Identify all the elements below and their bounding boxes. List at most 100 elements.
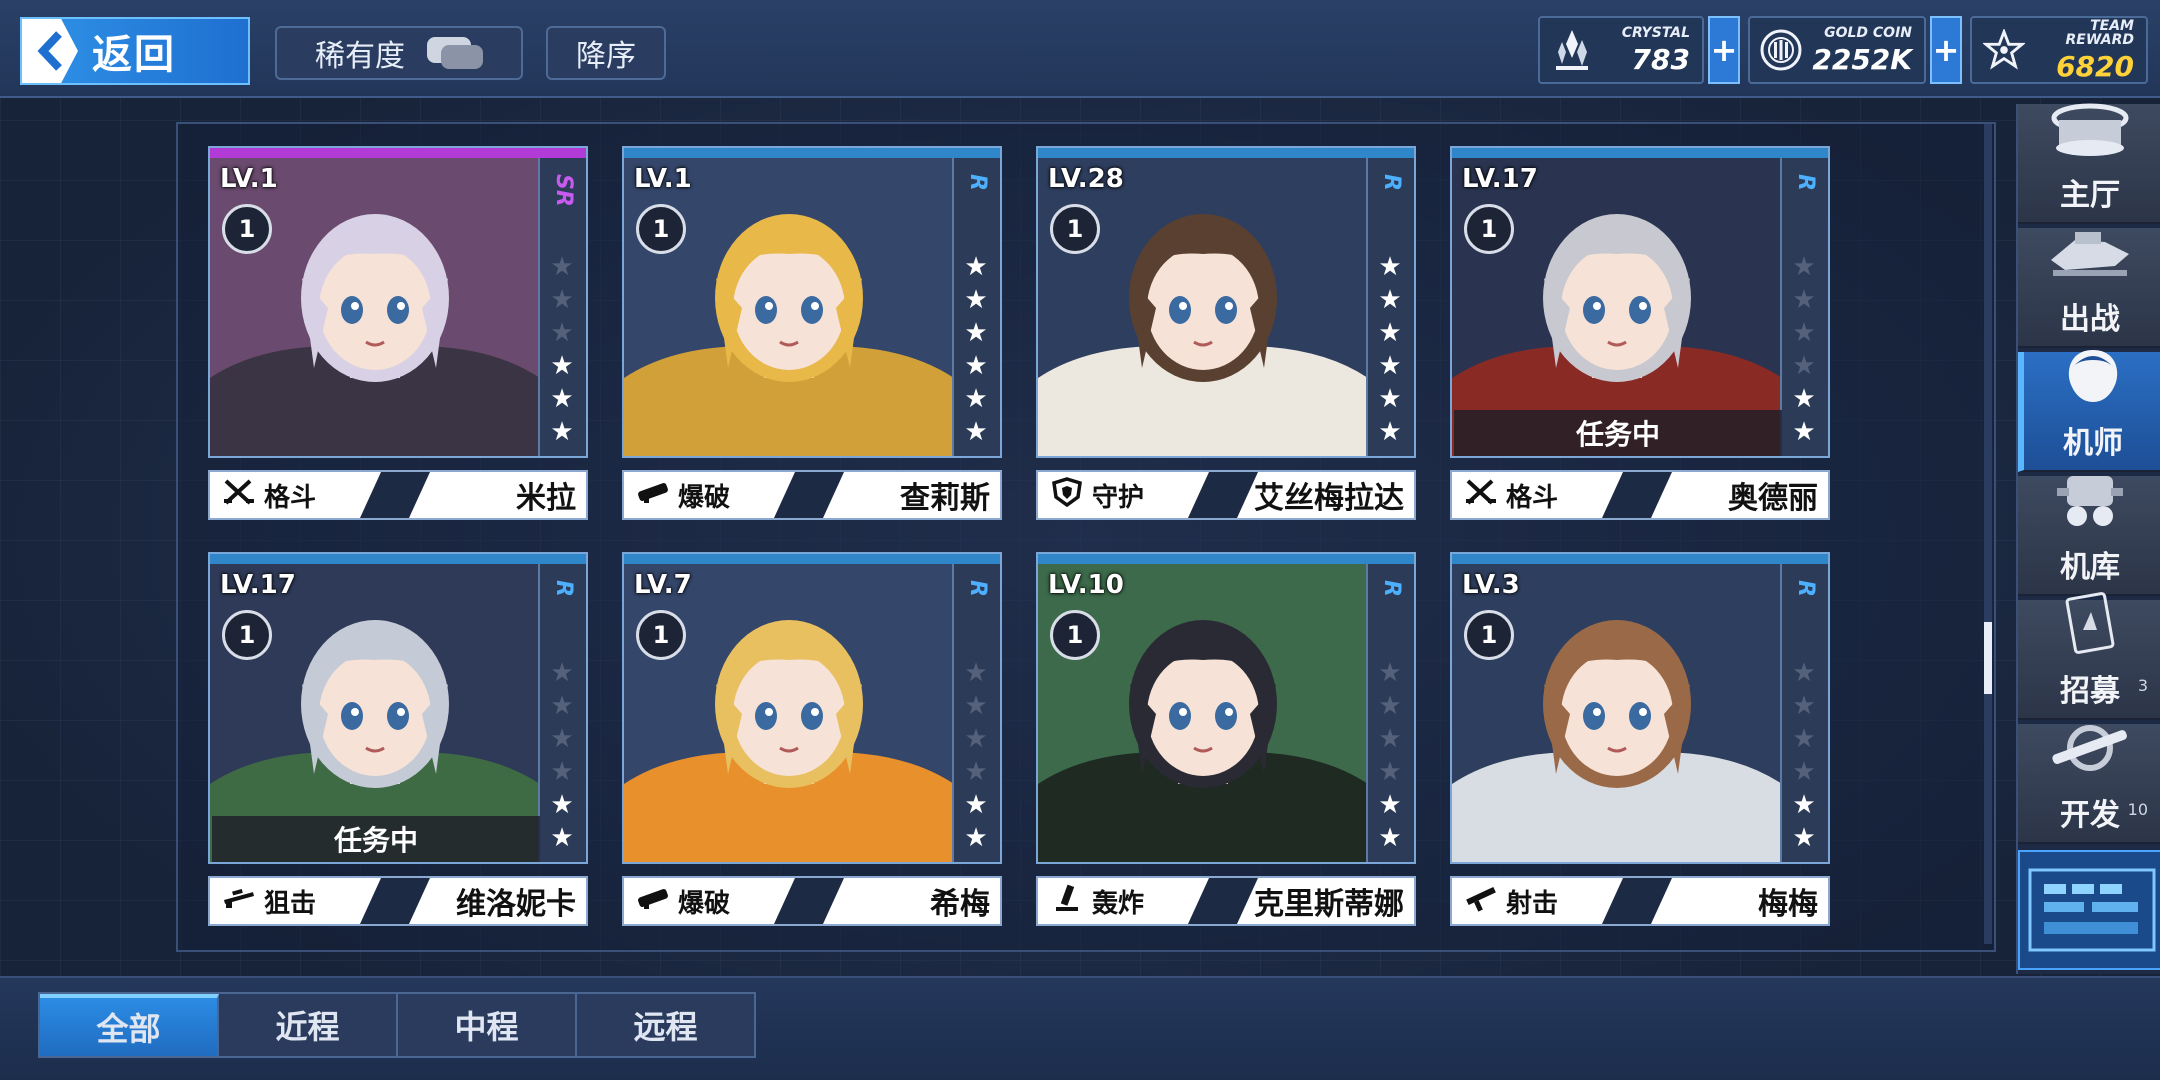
pilot-card-footer: 轰炸 克里斯蒂娜 <box>1036 876 1416 926</box>
nav-item[interactable]: 机库 <box>2018 476 2160 596</box>
pilot-level: LV.1 <box>634 164 692 194</box>
rarity-tag: R <box>1793 580 1818 597</box>
plus-icon: + <box>1710 31 1738 69</box>
pilot-name: 维洛妮卡 <box>456 887 576 922</box>
pilot-card[interactable]: SR ★ ★ ★ ★ ★ ★ LV.1 1 格斗 米拉 <box>208 146 588 524</box>
rank-value: 1 <box>652 621 670 649</box>
rarity-strip: SR ★ ★ ★ ★ ★ ★ <box>538 158 586 456</box>
sniper-rifle-icon <box>222 883 264 920</box>
pilot-portrait <box>210 158 540 456</box>
pilot-class: 爆破 <box>624 878 794 924</box>
star-icon: ★ <box>1378 724 1402 754</box>
pilot-portrait <box>1038 158 1368 456</box>
star-icon: ★ <box>1378 823 1402 853</box>
pilot-card-footer: 爆破 查莉斯 <box>622 470 1002 520</box>
star-icon: ★ <box>1378 252 1402 282</box>
add-crystal-button[interactable]: + <box>1708 16 1740 84</box>
star-icon: ★ <box>1378 318 1402 348</box>
pilot-card-art: R ★ ★ ★ ★ ★ ★ LV.28 1 <box>1036 146 1416 458</box>
star-icon: ★ <box>1378 757 1402 787</box>
star-icon: ★ <box>1792 351 1816 381</box>
nav-badge-count: 10 <box>2127 800 2148 819</box>
rank-badge: 1 <box>1050 204 1100 254</box>
nav-item-label: 开发 <box>2060 798 2120 833</box>
pilot-card[interactable]: R ★ ★ ★ ★ ★ ★ LV.10 1 轰炸 克里斯蒂娜 <box>1036 552 1416 930</box>
pilot-class: 爆破 <box>624 472 794 518</box>
scrollbar-track[interactable] <box>1984 124 1992 944</box>
tab-mid-range[interactable]: 中程 <box>398 994 577 1056</box>
rank-badge: 1 <box>636 610 686 660</box>
rarity-filter-button[interactable]: 稀有度 <box>275 26 523 80</box>
pilot-card-art: R ★ ★ ★ ★ ★ ★ LV.17 1 任务中 <box>208 552 588 864</box>
pilot-level: LV.28 <box>1048 164 1124 194</box>
star-icon: ★ <box>550 724 574 754</box>
tab-long-range[interactable]: 远程 <box>577 994 754 1056</box>
rarity-bar <box>1452 554 1828 564</box>
launcher-icon <box>636 883 678 920</box>
pilot-icon <box>2048 344 2138 418</box>
star-icon: ★ <box>550 285 574 315</box>
pilot-name: 希梅 <box>930 887 990 922</box>
back-button[interactable]: 返回 <box>20 17 250 85</box>
star-icon: ★ <box>1378 285 1402 315</box>
nav-item[interactable]: 主厅 <box>2018 103 2160 224</box>
tab-close-range-label: 近程 <box>275 1008 340 1046</box>
gold-coin-counter: GOLD COIN 2252K <box>1748 16 1926 84</box>
pilot-class: 格斗 <box>1452 472 1622 518</box>
rarity-bar <box>624 148 1000 158</box>
base-map-button[interactable] <box>2018 850 2160 970</box>
mission-status: 任务中 <box>1575 418 1660 451</box>
gold-coin-icon <box>1750 18 1812 82</box>
pilot-name: 克里斯蒂娜 <box>1254 887 1404 922</box>
nav-item[interactable]: 3 招募 <box>2018 592 2160 720</box>
star-icon: ★ <box>964 285 988 315</box>
pilot-class-label: 爆破 <box>678 888 731 919</box>
pilot-card-art: SR ★ ★ ★ ★ ★ ★ LV.1 1 <box>208 146 588 458</box>
pilot-card[interactable]: R ★ ★ ★ ★ ★ ★ LV.28 1 守护 艾丝梅拉达 <box>1036 146 1416 524</box>
swords-icon <box>222 477 264 514</box>
team-reward-icon <box>1972 18 2036 82</box>
pilot-portrait <box>1038 564 1368 862</box>
pilot-card[interactable]: R ★ ★ ★ ★ ★ ★ LV.17 1 任务中 格斗 奥德丽 <box>1450 146 1830 524</box>
nav-item[interactable]: 出战 <box>2018 228 2160 348</box>
star-icon: ★ <box>1792 823 1816 853</box>
tab-long-range-label: 远程 <box>633 1008 698 1046</box>
rarity-strip: R ★ ★ ★ ★ ★ ★ <box>1366 564 1414 862</box>
rarity-tag: SR <box>551 174 576 207</box>
pilot-class-label: 轰炸 <box>1092 888 1145 919</box>
nav-item[interactable]: 机师 <box>2018 350 2160 472</box>
rarity-strip: R ★ ★ ★ ★ ★ ★ <box>1780 564 1828 862</box>
tab-all[interactable]: 全部 <box>40 994 219 1056</box>
pilot-level: LV.1 <box>220 164 278 194</box>
rank-badge: 1 <box>1464 204 1514 254</box>
add-gold-button[interactable]: + <box>1930 16 1962 84</box>
star-icon: ★ <box>964 757 988 787</box>
nav-item[interactable]: 10 开发 <box>2018 724 2160 844</box>
chevron-left-icon <box>22 19 78 83</box>
pilot-name: 奥德丽 <box>1728 481 1818 516</box>
scrollbar-thumb[interactable] <box>1984 622 1992 694</box>
rank-badge: 1 <box>1464 610 1514 660</box>
launcher-icon <box>636 477 678 514</box>
star-icon: ★ <box>550 691 574 721</box>
star-icon: ★ <box>964 790 988 820</box>
pilot-class-label: 爆破 <box>678 482 731 513</box>
pilot-card-art: R ★ ★ ★ ★ ★ ★ LV.17 1 任务中 <box>1450 146 1830 458</box>
side-nav: 主厅 出战 机师 机库 3 招募 10 开发 <box>2016 103 2160 974</box>
pilot-level: LV.7 <box>634 570 692 600</box>
rifle-icon <box>1464 883 1506 920</box>
sort-order-button[interactable]: 降序 <box>546 26 666 80</box>
star-icon: ★ <box>550 417 574 447</box>
star-icon: ★ <box>1792 318 1816 348</box>
bottom-bar: 全部 近程 中程 远程 <box>0 976 2160 1080</box>
pilot-class-label: 格斗 <box>1506 482 1559 513</box>
pilot-card[interactable]: R ★ ★ ★ ★ ★ ★ LV.3 1 射击 梅梅 <box>1450 552 1830 930</box>
pilot-portrait <box>1452 564 1782 862</box>
pilot-class: 格斗 <box>210 472 380 518</box>
pilot-card[interactable]: R ★ ★ ★ ★ ★ ★ LV.7 1 爆破 希梅 <box>622 552 1002 930</box>
pilot-card[interactable]: R ★ ★ ★ ★ ★ ★ LV.1 1 爆破 查莉斯 <box>622 146 1002 524</box>
rarity-tag: R <box>551 580 576 597</box>
tab-all-label: 全部 <box>96 1010 161 1048</box>
pilot-card[interactable]: R ★ ★ ★ ★ ★ ★ LV.17 1 任务中 狙击 维洛妮卡 <box>208 552 588 930</box>
tab-close-range[interactable]: 近程 <box>219 994 398 1056</box>
